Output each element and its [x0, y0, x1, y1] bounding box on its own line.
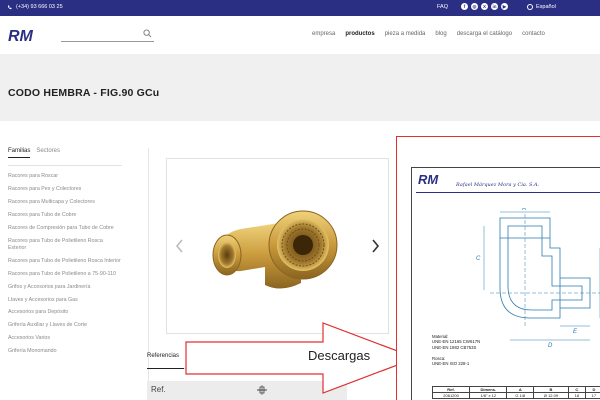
linkedin-icon[interactable]: in	[491, 3, 498, 10]
nav-item-blog[interactable]: blog	[435, 31, 446, 37]
category-list: Racores para Roscar Racores para Pex y C…	[8, 173, 122, 361]
site-header: RM empresa productos pieza a medida blog…	[0, 16, 600, 54]
nav-item-contacto[interactable]: contacto	[522, 31, 545, 37]
dimensions-table: Ref. Dimens. A B C D 2061200 1/8" x 12 G…	[431, 386, 600, 399]
brand-logo-text: RM	[8, 28, 34, 43]
pdf-brand-logo: RM	[418, 172, 439, 186]
pdf-page: RM Rafael Márquez Mora y Cía. S.A. A C D…	[411, 167, 600, 400]
category-item[interactable]: Racores para Tubo de Polietileno Rosca E…	[8, 238, 122, 253]
language-label: Español	[536, 4, 556, 10]
chevron-left-icon[interactable]	[175, 239, 185, 253]
youtube-icon[interactable]: ▶	[501, 3, 508, 10]
dim-label-e: E	[573, 329, 578, 335]
nav-item-pieza-a-medida[interactable]: pieza a medida	[385, 31, 426, 37]
x-icon[interactable]: X	[481, 3, 488, 10]
brand-logo[interactable]: RM	[8, 27, 44, 43]
product-gallery	[166, 158, 389, 334]
material-line: UNE-EN ISO 228-1	[432, 361, 470, 367]
category-item[interactable]: Racores para Roscar	[8, 173, 122, 180]
material-line: UNE-EN 1982 CB753S	[432, 344, 477, 350]
table-cell: Ø 12.09	[533, 392, 569, 399]
ref-column-header: Ref.	[151, 385, 166, 394]
top-bar: (+34) 93 666 03 25 FAQ f ◎ X in ▶ Españo…	[0, 0, 600, 16]
language-selector[interactable]: Español	[527, 4, 556, 10]
elbow-drawing: A B C D E	[476, 208, 600, 348]
nav-item-empresa[interactable]: empresa	[312, 31, 335, 37]
company-name: Rafael Márquez Mora y Cía. S.A.	[456, 182, 540, 188]
column-divider	[148, 148, 149, 400]
dim-label-c: C	[476, 256, 481, 262]
category-item[interactable]: Grifería Auxiliar y Llaves de Corte	[8, 322, 122, 329]
descargas-arrow	[185, 322, 418, 394]
faq-link[interactable]: FAQ	[437, 4, 448, 10]
facebook-icon[interactable]: f	[461, 3, 468, 10]
page-title: CODO HEMBRA - FIG.90 GCu	[8, 87, 160, 99]
active-tab-indicator	[147, 368, 184, 369]
category-item[interactable]: Grifos y Accesorios para Jardinería	[8, 284, 122, 291]
search-icon[interactable]	[143, 29, 152, 38]
sidebar-tabs: Familias Sectores	[8, 148, 60, 158]
table-cell: 18	[567, 392, 586, 399]
category-item[interactable]: Racores para Pex y Colectores	[8, 186, 122, 193]
table-cell: 17	[584, 392, 600, 399]
category-item[interactable]: Llaves y Accesorios para Gas	[8, 297, 122, 304]
technical-drawing-preview[interactable]: RM Rafael Márquez Mora y Cía. S.A. A C D…	[396, 136, 600, 400]
divider	[8, 165, 122, 166]
dim-label-a: A	[521, 208, 526, 212]
table-cell: G 1/8	[506, 392, 535, 399]
category-item[interactable]: Accesorios Varios	[8, 335, 122, 342]
pdf-brand-logo-text: RM	[418, 172, 439, 186]
category-item[interactable]: Racores para Tubo de Polietileno a 75-90…	[8, 271, 122, 278]
chevron-right-icon[interactable]	[370, 239, 380, 253]
product-image	[212, 210, 338, 289]
table-cell: 1/8" x 12	[469, 392, 508, 399]
category-item[interactable]: Racores para Multicapa y Colectores	[8, 199, 122, 206]
descargas-label: Descargas	[308, 348, 371, 363]
dim-label-d: D	[548, 343, 553, 348]
nav-item-productos[interactable]: productos	[345, 31, 374, 37]
category-item[interactable]: Racores de Compresión para Tubo de Cobre	[8, 225, 122, 232]
social-icons: f ◎ X in ▶	[461, 3, 508, 10]
title-band: CODO HEMBRA - FIG.90 GCu	[0, 54, 600, 121]
category-item[interactable]: Racores para Tubo de Polietileno Rosca I…	[8, 258, 122, 265]
search-bar[interactable]	[61, 28, 154, 42]
instagram-icon[interactable]: ◎	[471, 3, 478, 10]
table-row: 2061200 1/8" x 12 G 1/8 Ø 12.09 18 17	[431, 392, 600, 399]
header-rule	[416, 192, 600, 193]
tab-referencias[interactable]: Referencias	[147, 353, 179, 359]
category-item[interactable]: Racores para Tubo de Cobre	[8, 212, 122, 219]
phone-contact[interactable]: (+34) 93 666 03 25	[7, 4, 63, 10]
material-spec: Material: UNE-EN 12165 CW617N UNE-EN 198…	[432, 334, 480, 366]
tab-sectores[interactable]: Sectores	[36, 148, 60, 158]
nav-item-descarga-catalogo[interactable]: descarga el catálogo	[457, 31, 512, 37]
globe-icon	[527, 4, 533, 10]
phone-number: (+34) 93 666 03 25	[16, 4, 63, 10]
phone-icon	[8, 5, 12, 9]
main-nav: empresa productos pieza a medida blog de…	[312, 31, 555, 37]
tab-familias[interactable]: Familias	[8, 148, 31, 158]
category-item[interactable]: Accesorios para Depósito	[8, 309, 122, 316]
category-item[interactable]: Grifería Monomando	[8, 348, 122, 355]
table-cell: 2061200	[431, 392, 471, 399]
